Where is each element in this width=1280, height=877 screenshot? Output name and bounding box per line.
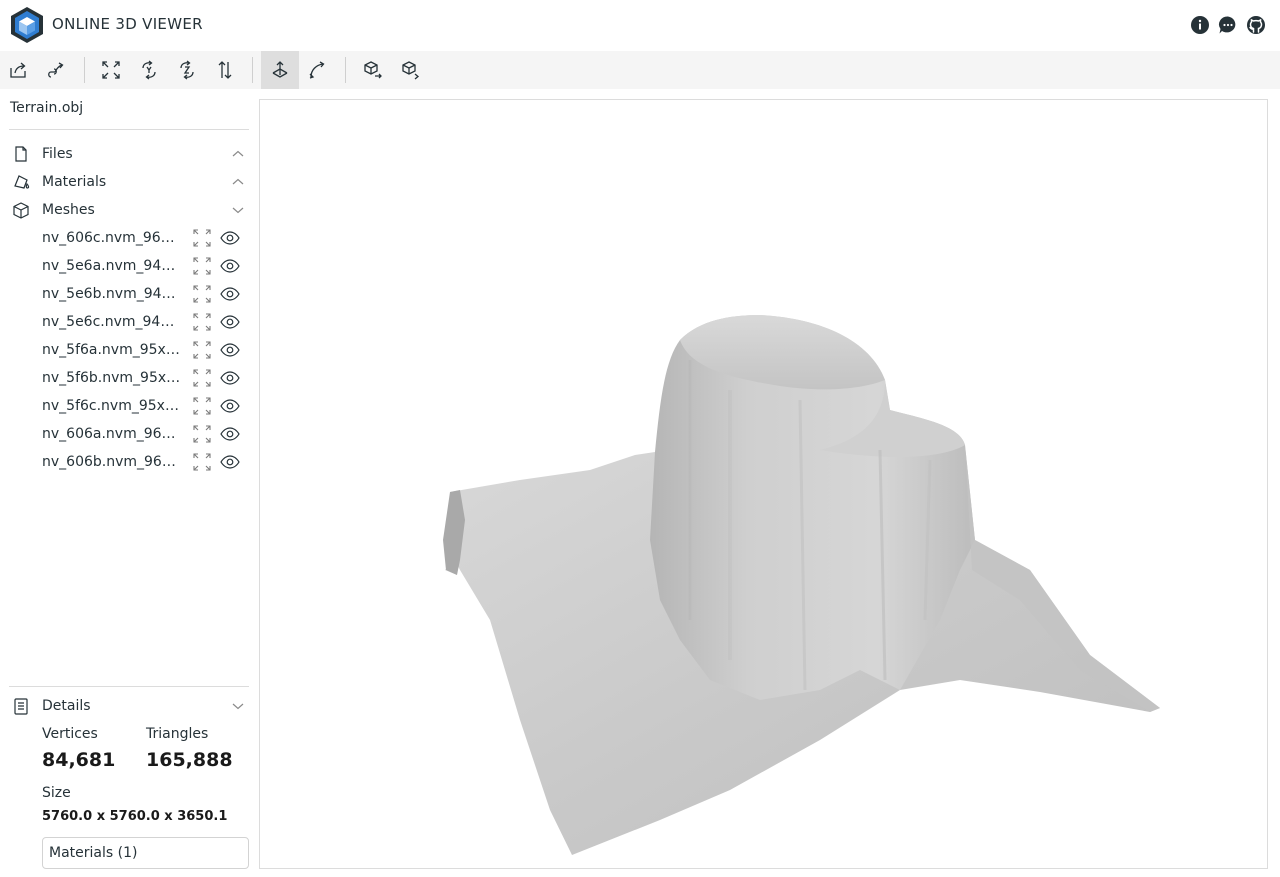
export-icon	[364, 61, 382, 79]
visibility-eye-icon[interactable]	[220, 369, 240, 387]
mesh-item-label: nv_5f6a.nvm_95x…	[42, 342, 180, 358]
fit-mesh-icon[interactable]	[193, 453, 211, 471]
mesh-item-label: nv_5e6b.nvm_94…	[42, 286, 176, 302]
chevron-down-icon[interactable]	[227, 196, 249, 224]
fit-mesh-icon[interactable]	[193, 285, 211, 303]
mesh-item-label: nv_5f6c.nvm_95x…	[42, 398, 179, 414]
app-title: ONLINE 3D VIEWER	[52, 15, 203, 33]
fixed-up-icon	[272, 61, 288, 78]
triangles-value: 165,888	[146, 749, 233, 771]
mesh-item[interactable]: nv_5f6c.nvm_95x…	[9, 392, 249, 420]
visibility-eye-icon[interactable]	[220, 397, 240, 415]
section-materials[interactable]: Materials	[9, 168, 249, 196]
flip-up-button[interactable]	[206, 51, 244, 89]
mesh-item[interactable]: nv_5e6b.nvm_94…	[9, 280, 249, 308]
mesh-item-label: nv_5f6b.nvm_95x…	[42, 370, 181, 386]
materials-icon	[9, 168, 35, 196]
mesh-item[interactable]: nv_5f6b.nvm_95x…	[9, 364, 249, 392]
fit-mesh-icon[interactable]	[193, 313, 211, 331]
open-file-icon	[10, 62, 26, 78]
set-up-y-button[interactable]	[130, 51, 168, 89]
open-url-icon	[48, 62, 64, 78]
visibility-eye-icon[interactable]	[220, 257, 240, 275]
size-value: 5760.0 x 5760.0 x 3650.1	[42, 809, 228, 824]
section-meshes[interactable]: Meshes	[9, 196, 249, 224]
free-orbit-button[interactable]	[299, 51, 337, 89]
section-details[interactable]: Details	[9, 692, 249, 720]
mesh-item[interactable]: nv_606a.nvm_96…	[9, 420, 249, 448]
visibility-eye-icon[interactable]	[220, 285, 240, 303]
mesh-item[interactable]: nv_5e6c.nvm_94…	[9, 308, 249, 336]
mesh-item-label: nv_5e6c.nvm_94…	[42, 314, 175, 330]
feedback-icon[interactable]	[1218, 15, 1238, 35]
visibility-eye-icon[interactable]	[220, 425, 240, 443]
vertices-value: 84,681	[42, 749, 116, 771]
open-button[interactable]	[0, 51, 38, 89]
section-files[interactable]: Files	[9, 140, 249, 168]
rotate-z-icon	[180, 60, 194, 80]
visibility-eye-icon[interactable]	[220, 229, 240, 247]
model-file-name: Terrain.obj	[10, 100, 84, 116]
mesh-item-label: nv_606a.nvm_96…	[42, 426, 176, 442]
mesh-item[interactable]: nv_606b.nvm_96…	[9, 448, 249, 476]
share-button[interactable]	[392, 51, 430, 89]
header-icons	[1190, 15, 1266, 35]
section-files-label: Files	[42, 146, 73, 162]
flip-icon	[218, 61, 232, 79]
3d-viewport[interactable]	[259, 99, 1268, 869]
materials-button[interactable]: Materials (1)	[42, 837, 249, 869]
fixed-up-vector-button[interactable]	[261, 51, 299, 89]
rotate-y-icon	[142, 60, 156, 80]
toolbar	[0, 51, 1280, 89]
chevron-down-icon[interactable]	[227, 692, 249, 720]
fit-mesh-icon[interactable]	[193, 425, 211, 443]
fit-mesh-icon[interactable]	[193, 257, 211, 275]
fit-mesh-icon[interactable]	[193, 397, 211, 415]
visibility-eye-icon[interactable]	[220, 313, 240, 331]
toolbar-separator	[84, 57, 85, 83]
header: ONLINE 3D VIEWER	[0, 0, 1280, 51]
set-up-z-button[interactable]	[168, 51, 206, 89]
mesh-item-label: nv_606b.nvm_96…	[42, 454, 176, 470]
app-logo-icon[interactable]	[8, 6, 46, 44]
fit-mesh-icon[interactable]	[193, 229, 211, 247]
section-details-label: Details	[42, 698, 91, 714]
chevron-up-icon[interactable]	[227, 140, 249, 168]
share-icon	[402, 61, 420, 80]
size-label: Size	[42, 785, 71, 801]
github-icon[interactable]	[1246, 15, 1266, 35]
fit-icon	[102, 61, 120, 79]
mesh-item[interactable]: nv_606c.nvm_96…	[9, 224, 249, 252]
mesh-item[interactable]: nv_5e6a.nvm_94…	[9, 252, 249, 280]
cube-icon	[9, 196, 35, 224]
section-meshes-label: Meshes	[42, 202, 95, 218]
mesh-item-label: nv_5e6a.nvm_94…	[42, 258, 176, 274]
vertices-label: Vertices	[42, 726, 98, 742]
toolbar-separator	[252, 57, 253, 83]
open-url-button[interactable]	[37, 51, 75, 89]
section-materials-label: Materials	[42, 174, 107, 190]
terrain-model[interactable]	[260, 100, 1268, 869]
chevron-up-icon[interactable]	[227, 168, 249, 196]
divider	[9, 129, 249, 130]
free-orbit-icon	[309, 61, 325, 79]
fit-mesh-icon[interactable]	[193, 341, 211, 359]
mesh-item-label: nv_606c.nvm_96…	[42, 230, 175, 246]
fit-mesh-icon[interactable]	[193, 369, 211, 387]
info-icon[interactable]	[1190, 15, 1210, 35]
details-icon	[9, 692, 35, 720]
fit-to-window-button[interactable]	[92, 51, 130, 89]
triangles-label: Triangles	[146, 726, 209, 742]
export-button[interactable]	[354, 51, 392, 89]
left-panel: Terrain.obj Files Materials Meshes nv_60…	[0, 89, 258, 877]
divider	[9, 686, 249, 687]
mesh-item[interactable]: nv_5f6a.nvm_95x…	[9, 336, 249, 364]
file-icon	[9, 140, 35, 168]
visibility-eye-icon[interactable]	[220, 453, 240, 471]
visibility-eye-icon[interactable]	[220, 341, 240, 359]
toolbar-separator	[345, 57, 346, 83]
